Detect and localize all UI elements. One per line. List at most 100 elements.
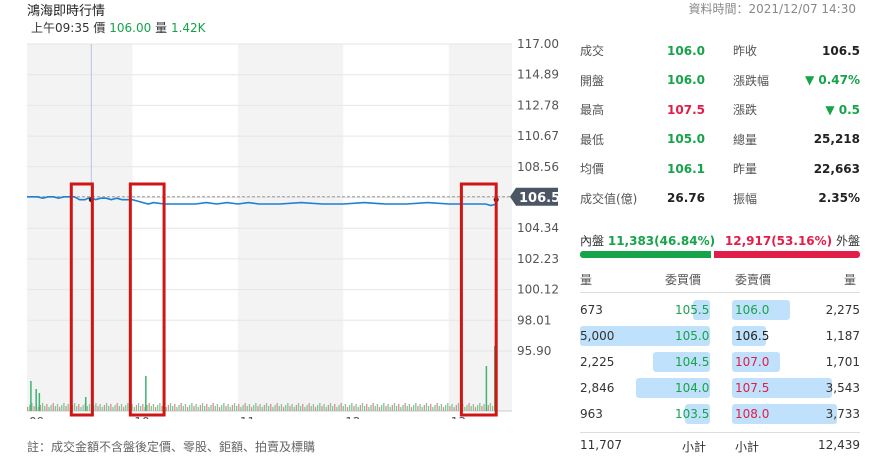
x-tick-label: 12 — [345, 415, 360, 419]
volume-bar — [120, 404, 123, 411]
volume-bar — [227, 404, 229, 411]
bid-qty: 2,846 — [580, 381, 615, 395]
inner-outer-ratio-bar — [580, 251, 860, 258]
volume-bar — [133, 407, 135, 411]
bid-price: 104.5 — [675, 355, 710, 369]
volume-bar — [193, 406, 195, 411]
volume-bar — [159, 403, 161, 411]
volume-bar — [489, 403, 492, 411]
y-tick-label: 112.78 — [517, 98, 559, 112]
volume-bar — [116, 403, 118, 411]
volume-bar — [112, 407, 114, 411]
volume-bar — [263, 405, 266, 411]
stat-value: 106.0 — [667, 43, 705, 58]
orderbook-footer: 11,707 小計 小計 12,439 — [580, 438, 860, 454]
volume-bar — [391, 405, 393, 411]
volume-bar — [285, 405, 287, 411]
volume-bar — [148, 403, 150, 411]
volume-bar — [88, 404, 91, 411]
volume-bar — [342, 406, 344, 411]
volume-bar — [481, 406, 483, 411]
volume-spike — [145, 376, 147, 411]
x-tick-label: 09 — [29, 415, 44, 419]
bid-price: 103.5 — [675, 407, 710, 421]
volume-bar — [95, 403, 97, 411]
header-ask-qty: 量 — [843, 273, 856, 287]
stat-value: 26.76 — [667, 191, 705, 206]
volume-bar — [142, 404, 144, 411]
volume-bar — [248, 404, 251, 411]
volume-bar — [449, 406, 451, 411]
volume-bar — [255, 403, 257, 411]
stat-value: 22,663 — [813, 161, 860, 176]
volume-bar — [451, 404, 453, 411]
volume-bar — [172, 406, 174, 411]
volume-bar — [27, 407, 29, 411]
stat-value: ▼ 0.47% — [804, 73, 860, 88]
ask-qty: 2,275 — [825, 303, 860, 317]
volume-bar — [359, 405, 361, 411]
volume-bar — [317, 405, 319, 411]
volume-bar — [310, 406, 312, 411]
inner-ratio-fill — [580, 251, 711, 258]
highlight-box — [128, 182, 166, 417]
volume-bar — [447, 403, 449, 411]
stat-value: 25,218 — [813, 132, 860, 147]
volume-bar — [430, 404, 432, 411]
volume-bar — [323, 404, 325, 411]
volume-bar — [374, 406, 376, 411]
volume-bar — [346, 407, 349, 411]
volume-bar — [468, 403, 470, 411]
volume-bar — [436, 403, 438, 411]
volume-bar — [393, 403, 396, 411]
orderbook-header: 量 委買價 委賣價 量 — [580, 271, 860, 287]
volume-bar — [340, 403, 342, 411]
volume-bar — [421, 407, 423, 411]
ask-price: 107.0 — [735, 355, 770, 369]
volume-bar — [398, 404, 400, 411]
volume-bar — [376, 404, 379, 411]
volume-bar — [287, 403, 289, 411]
volume-bar — [470, 406, 472, 411]
stat-value: 106.5 — [822, 43, 860, 58]
volume-bar — [445, 405, 447, 411]
volume-bar — [282, 407, 285, 411]
stat-value: 2.35% — [818, 191, 860, 206]
stat-value: 107.5 — [667, 102, 705, 117]
volume-bar — [387, 404, 389, 411]
volume-bar — [186, 407, 189, 411]
stat-row: 均價 106.1 昨量 22,663 — [580, 154, 860, 184]
bid-qty: 963 — [580, 407, 603, 421]
volume-bar — [368, 407, 370, 411]
volume-bar — [295, 405, 298, 411]
hour-band — [237, 44, 344, 411]
volume-bar — [410, 407, 413, 411]
y-tick-label: 100.12 — [517, 283, 559, 297]
y-tick-label: 102.23 — [517, 252, 559, 266]
volume-bar — [216, 404, 219, 411]
volume-bar — [210, 405, 212, 411]
volume-bar — [293, 407, 295, 411]
price-label: 價 — [93, 21, 106, 35]
volume-bar — [457, 403, 460, 411]
volume-bar — [140, 406, 142, 411]
volume-bar — [108, 406, 110, 411]
stat-label: 最低 — [580, 132, 605, 147]
volume-bar — [270, 404, 272, 411]
volume-bar — [80, 407, 82, 411]
volume-bar — [432, 407, 434, 411]
volume-bar — [491, 406, 494, 411]
volume-bar — [395, 406, 398, 411]
volume-bar — [191, 403, 193, 411]
volume-bar — [233, 403, 236, 411]
volume-bar — [218, 407, 221, 411]
volume-bar — [157, 405, 159, 411]
volume-spike — [485, 366, 488, 411]
volume-bar — [349, 405, 351, 411]
y-tick-label: 104.34 — [517, 221, 559, 235]
bid-subtotal-label: 小計 — [682, 440, 707, 454]
volume-bar — [351, 403, 353, 411]
volume-bar — [265, 403, 268, 411]
intraday-chart[interactable]: 117.00 114.89 112.78 110.67 108.56 104.34 102.… — [0, 34, 575, 419]
volume-bar — [58, 407, 61, 411]
